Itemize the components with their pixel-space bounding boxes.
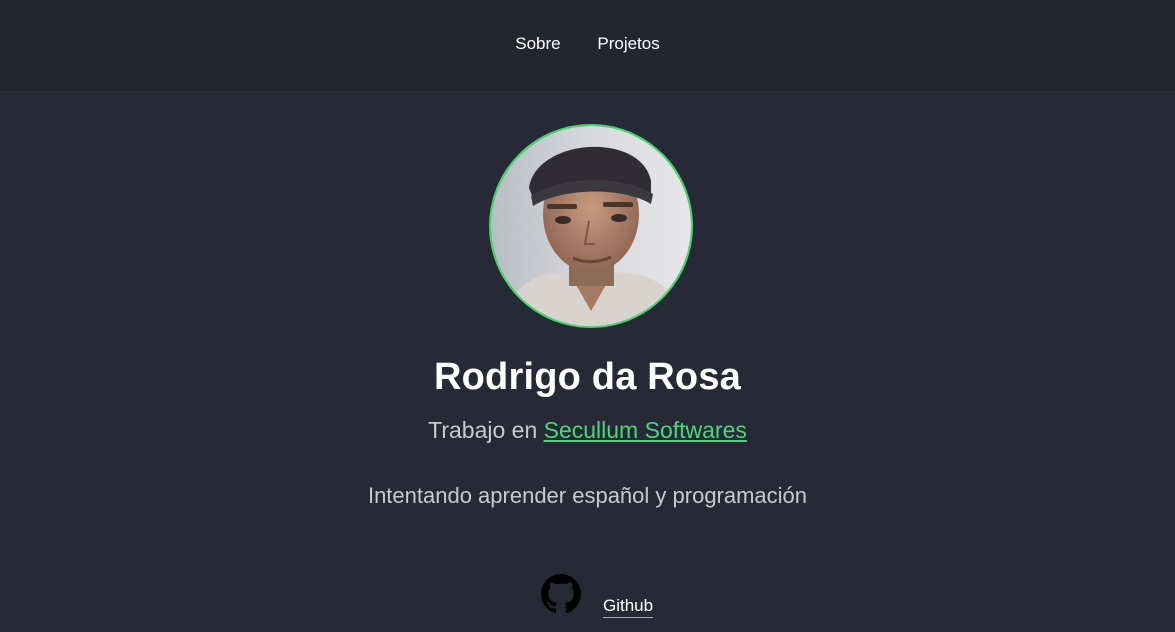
- social-links: Github: [541, 574, 654, 626]
- job-line: Trabajo en Secullum Softwares: [0, 417, 1175, 444]
- company-link[interactable]: Secullum Softwares: [544, 417, 747, 443]
- avatar: [489, 124, 693, 328]
- job-prefix: Trabajo en: [428, 417, 538, 443]
- nav-item-projetos[interactable]: Projetos: [597, 34, 659, 53]
- main-nav: Sobre Projetos: [0, 34, 1175, 54]
- profile-name: Rodrigo da Rosa: [433, 356, 742, 398]
- avatar-photo: [491, 126, 691, 326]
- github-icon[interactable]: [541, 574, 581, 614]
- bio-text: Intentando aprender español y programaci…: [367, 483, 808, 508]
- nav-item-sobre[interactable]: Sobre: [515, 34, 560, 53]
- top-navbar: Sobre Projetos: [0, 0, 1175, 92]
- github-link[interactable]: Github: [603, 596, 654, 618]
